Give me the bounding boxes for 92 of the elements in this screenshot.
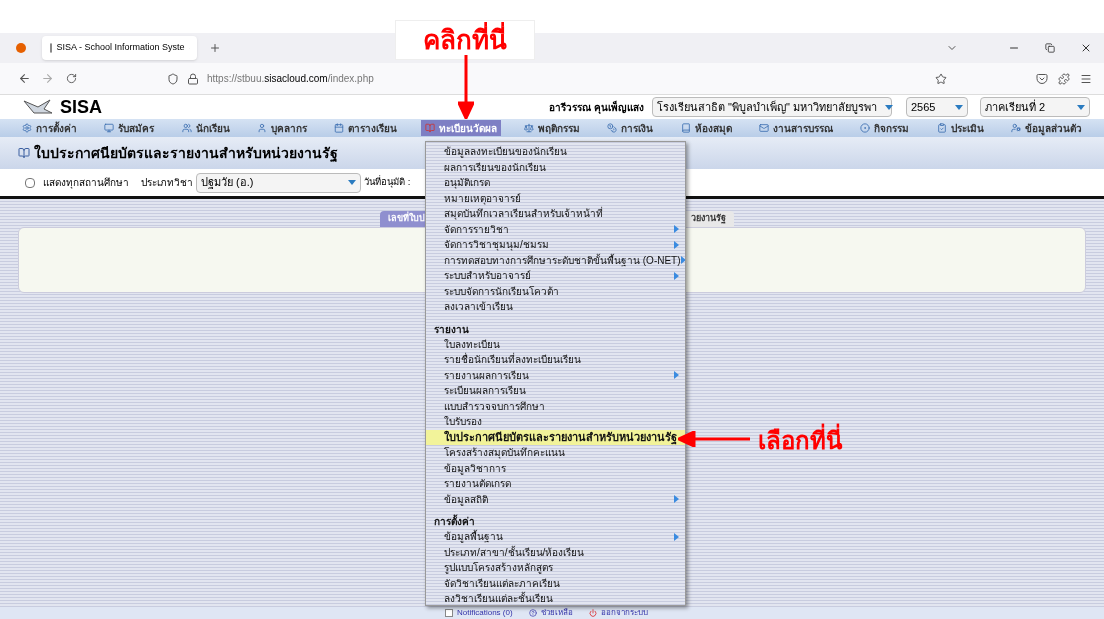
annotation-arrow [458, 55, 474, 119]
field-label: วันที่อนุมัติ : [364, 175, 411, 190]
menu-item[interactable]: รูปแบบโครงสร้างหลักสูตร [426, 560, 685, 576]
annotation-label: คลิกที่นี่ [395, 20, 535, 60]
checkbox-label: แสดงทุกสถานศึกษา [43, 176, 129, 190]
annotation-label: เลือกที่นี่ [758, 423, 842, 459]
nav-menu-item[interactable]: บุคลากร [253, 120, 311, 136]
logout-link[interactable]: ออกจากระบบ [600, 607, 648, 619]
menu-item[interactable]: ข้อมูลลงทะเบียนของนักเรียน [426, 144, 685, 160]
menu-item[interactable]: ข้อมูลสถิติ [426, 491, 685, 507]
year-select[interactable]: 2565 [906, 97, 968, 117]
browser-tab[interactable]: SISA - School Information Syste [42, 36, 197, 60]
nav-menu-item[interactable]: กิจกรรม [856, 120, 914, 136]
tab[interactable]: วยงานรัฐ [683, 211, 734, 227]
checkbox[interactable] [25, 177, 35, 188]
notifications-link[interactable]: Notifications (0) [457, 607, 513, 619]
page-title: ใบประกาศนียบัตรและรายงานสำหรับหน่วยงานรัฐ [34, 143, 338, 164]
back-icon[interactable] [18, 72, 31, 85]
help-link[interactable]: ช่วยเหลือ [540, 607, 573, 619]
nav-icon [424, 123, 435, 133]
menu-item[interactable]: จัดวิชาเรียนแต่ละภาคเรียน [426, 575, 685, 591]
nav-menu-item[interactable]: รับสมัคร [100, 120, 159, 136]
nav-icon [334, 123, 345, 133]
logo-text: SISA [60, 95, 102, 119]
menu-item[interactable]: ใบรับรอง [426, 414, 685, 430]
nav-menu-item[interactable]: นักเรียน [177, 120, 234, 136]
menu-item[interactable]: ข้อมูลพื้นฐาน [426, 529, 685, 545]
nav-menu-item[interactable]: ประเมิน [932, 120, 988, 136]
menu-item[interactable]: ลงเวลาเข้าเรียน [426, 299, 685, 315]
menu-item[interactable]: ใบลงทะเบียน [426, 336, 685, 352]
lock-icon [187, 72, 199, 85]
nav-icon [758, 123, 769, 133]
menu-icon[interactable] [1080, 72, 1092, 85]
menu-item[interactable]: ลงวิชาเรียนแต่ละชั้นเรียน [426, 591, 685, 605]
nav-icon [257, 123, 267, 133]
menu-item[interactable]: ระบบจัดการนักเรียนโควต้า [426, 283, 685, 299]
nav-icon [181, 123, 192, 133]
user-name: อารีวรรณ คุนเพ็ญแสง [549, 99, 644, 115]
nav-menu-item[interactable]: พฤติกรรม [519, 120, 584, 136]
tab-title: SISA - School Information Syste [56, 41, 185, 55]
nav-icon [607, 123, 618, 133]
reload-icon[interactable] [66, 73, 77, 84]
menu-item[interactable]: รายงานตัดเกรด [426, 476, 685, 492]
nav-menu-item[interactable]: งานสารบรรณ [754, 120, 837, 136]
nav-icon [1010, 123, 1021, 133]
new-tab-icon[interactable] [209, 42, 221, 54]
school-select[interactable]: โรงเรียนสาธิต "พิบูลบำเพ็ญ" มหาวิทยาลัยบูรพา [652, 97, 892, 117]
menu-section-header: การตั้งค่า [433, 514, 476, 529]
menu-item[interactable]: ผลการเรียนของนักเรียน [426, 159, 685, 175]
nav-menu-item[interactable]: ตารางเรียน [330, 120, 402, 136]
annotation-arrow [678, 431, 750, 447]
menu-item[interactable]: รายงานผลการเรียน [426, 367, 685, 383]
bookmark-star-icon[interactable] [935, 72, 947, 85]
nav-icon [860, 123, 871, 133]
menu-item[interactable]: โครงสร้างสมุดบันทึกคะแนน [426, 445, 685, 461]
nav-icon [523, 123, 534, 133]
menu-item[interactable]: ประเภท/สาขา/ชั้นเรียน/ห้องเรียน [426, 544, 685, 560]
extensions-icon[interactable] [1058, 72, 1070, 85]
notification-checkbox[interactable] [445, 609, 453, 617]
url-text: https://stbuu.sisacloud.com/index.php [207, 72, 374, 86]
nav-menu-item[interactable]: การเงิน [603, 120, 658, 136]
nav-icon [104, 123, 115, 133]
field-label: ประเภทวิชา [141, 176, 193, 190]
nav-menu-item[interactable]: ทะเบียนวัดผล [420, 120, 501, 136]
menu-item[interactable]: ระเบียนผลการเรียน [426, 383, 685, 399]
book-icon [18, 147, 30, 159]
nav-icon [680, 123, 691, 133]
nav-menu-item[interactable]: ข้อมูลส่วนตัว [1006, 120, 1086, 136]
forward-icon[interactable] [41, 72, 54, 85]
menu-item[interactable]: ข้อมูลวิชาการ [426, 460, 685, 476]
nav-menu-item[interactable]: การตั้งค่า [18, 120, 81, 136]
restore-icon[interactable] [1045, 43, 1055, 53]
help-icon [528, 609, 537, 617]
menu-section-header: รายงาน [433, 322, 470, 337]
nav-menu-item[interactable]: ห้องสมุด [676, 120, 736, 136]
menu-item[interactable]: การทดสอบทางการศึกษาระดับชาติขั้นพื้นฐาน (O-NET) [426, 252, 685, 268]
menu-item[interactable]: อนุมัติเกรด [426, 175, 685, 191]
shield-icon [167, 72, 179, 85]
menu-item[interactable]: รายชื่อนักเรียนที่ลงทะเบียนเรียน [426, 352, 685, 368]
nav-icon [22, 123, 32, 133]
term-select[interactable]: ภาคเรียนที่ 2 [980, 97, 1090, 117]
power-icon [588, 609, 597, 617]
browser-logo-icon[interactable] [16, 43, 26, 53]
menu-item[interactable]: จัดการวิชาชุมนุม/ชมรม [426, 237, 685, 253]
nav-icon [936, 123, 947, 133]
close-icon[interactable] [1080, 42, 1092, 54]
menu-item[interactable]: ใบประกาศนียบัตรและรายงานสำหรับหน่วยงานรัฐ [426, 429, 685, 445]
menu-item[interactable]: ระบบสำหรับอาจารย์ [426, 268, 685, 284]
subject-type-select[interactable]: ปฐมวัย (อ.) [196, 172, 361, 193]
menu-item[interactable]: หมายเหตุอาจารย์ [426, 190, 685, 206]
menu-item[interactable]: แบบสำรวจจบการศึกษา [426, 398, 685, 414]
pocket-icon[interactable] [1036, 72, 1048, 85]
